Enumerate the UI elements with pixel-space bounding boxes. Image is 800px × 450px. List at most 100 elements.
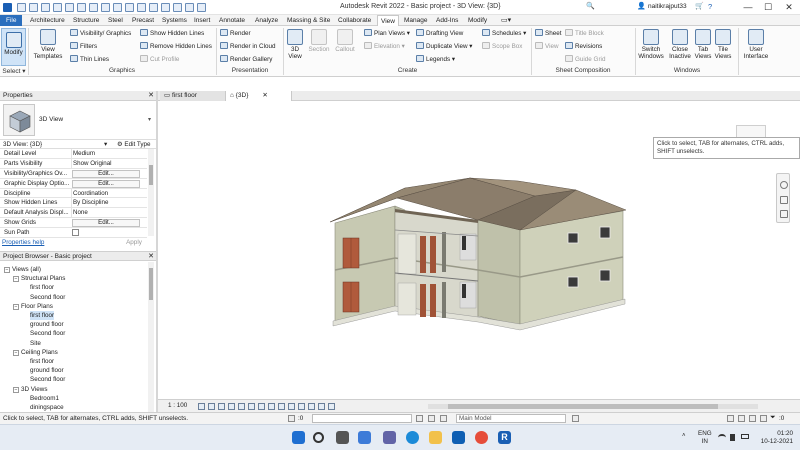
save-icon[interactable] — [41, 3, 50, 12]
language-indicator[interactable]: ENG IN — [698, 430, 712, 445]
scope-box-button[interactable]: Scope Box — [482, 42, 522, 52]
switch-windows-qat-icon[interactable] — [197, 3, 206, 12]
instance-selector[interactable]: 3D View: {3D} ▾ ⚙ Edit Type — [0, 139, 157, 149]
3d-view-qat-icon[interactable] — [149, 3, 158, 12]
tab-add-ins[interactable]: Add-Ins — [433, 15, 461, 26]
tree-item[interactable]: Site — [30, 339, 41, 348]
section-button[interactable]: Section — [307, 29, 331, 53]
callout-button[interactable]: Callout — [333, 29, 357, 53]
3d-view-button[interactable]: 3D View — [285, 29, 305, 60]
duplicate-view-button[interactable]: Duplicate View ▾ — [416, 42, 472, 52]
sheet-button[interactable]: Sheet — [535, 29, 561, 39]
properties-help-link[interactable]: Properties help — [2, 239, 44, 246]
design-option-dropdown[interactable]: Main Model — [456, 414, 566, 423]
properties-scrollbar[interactable] — [148, 149, 154, 236]
tree-item[interactable]: − Ceiling Plans — [13, 348, 58, 357]
close-icon[interactable]: ✕ — [148, 252, 154, 260]
project-browser-scrollbar[interactable] — [148, 262, 154, 412]
close-inactive-button[interactable]: Close Inactive — [667, 29, 693, 60]
user-interface-button[interactable]: User Interface — [741, 29, 771, 60]
property-value[interactable]: None — [71, 208, 146, 218]
show-hidden-lines-button[interactable]: Show Hidden Lines — [140, 29, 204, 39]
minimize-button[interactable]: — — [740, 1, 756, 13]
select-panel-label[interactable]: Select ▾ — [1, 67, 27, 76]
section-qat-icon[interactable] — [161, 3, 170, 12]
revisions-button[interactable]: Revisions — [565, 42, 602, 52]
crop-region-icon[interactable] — [258, 403, 265, 410]
collapse-toggle-icon[interactable]: − — [13, 276, 19, 283]
schedules-button[interactable]: Schedules ▾ — [482, 29, 526, 39]
property-checkbox[interactable] — [72, 229, 79, 237]
battery-icon[interactable] — [741, 434, 749, 439]
tab-analyze[interactable]: Analyze — [252, 15, 281, 26]
steering-wheel-icon[interactable] — [780, 181, 788, 189]
widgets-icon[interactable] — [358, 431, 371, 444]
zoom-icon[interactable] — [780, 196, 788, 204]
tree-item[interactable]: Second floor — [30, 329, 65, 338]
temporary-properties-icon[interactable] — [298, 403, 305, 410]
edit-type-button[interactable]: ⚙ Edit Type — [117, 141, 151, 148]
view-templates-button[interactable]: View Templates — [31, 29, 65, 60]
teams-chat-icon[interactable] — [383, 431, 396, 444]
property-value[interactable]: Medium — [71, 149, 146, 159]
tab-massing-site[interactable]: Massing & Site — [284, 15, 333, 26]
username[interactable]: naitikrajput33 — [648, 3, 687, 10]
view-tab-3d[interactable]: ⌂ {3D} ✕ — [226, 91, 292, 101]
tab-structure[interactable]: Structure — [70, 15, 102, 26]
view-tab-first-floor[interactable]: ▭ first floor — [160, 91, 226, 101]
cart-icon[interactable]: 🛒 — [695, 2, 704, 10]
select-pinned-icon[interactable] — [738, 415, 745, 422]
property-value[interactable]: Coordination — [71, 188, 146, 199]
text-icon[interactable] — [137, 3, 146, 12]
render-dialog-icon[interactable] — [238, 403, 245, 410]
collapse-toggle-icon[interactable]: − — [13, 349, 19, 356]
tree-item[interactable]: first floor — [30, 283, 54, 292]
lock-view-icon[interactable] — [268, 403, 275, 410]
ribbon-minimize-icon[interactable]: ▭▾ — [498, 15, 514, 26]
tab-modify[interactable]: Modify — [465, 15, 490, 26]
design-options-icon[interactable] — [440, 415, 447, 422]
chrome-icon[interactable] — [475, 431, 488, 444]
property-value[interactable]: Show Original — [71, 158, 146, 169]
tab-insert[interactable]: Insert — [191, 15, 213, 26]
scroll-thumb[interactable] — [149, 165, 153, 185]
undo-icon[interactable] — [65, 3, 74, 12]
tab-manage[interactable]: Manage — [401, 15, 431, 26]
maximize-button[interactable]: ☐ — [760, 1, 776, 13]
instance-label[interactable]: 3D View: {3D} — [3, 141, 42, 148]
sun-path-icon[interactable] — [218, 403, 225, 410]
tree-item[interactable]: −3D Views — [13, 385, 47, 394]
property-edit-button[interactable]: Edit... — [72, 179, 140, 188]
file-explorer-icon[interactable] — [429, 431, 442, 444]
mail-icon[interactable] — [452, 431, 465, 444]
worksharing-icon[interactable] — [308, 403, 315, 410]
remove-hidden-lines-button[interactable]: Remove Hidden Lines — [140, 42, 212, 52]
tile-views-button[interactable]: Tile Views — [713, 29, 733, 60]
visibility-graphics-button[interactable]: Visibility/ Graphics — [70, 29, 131, 39]
filter-icon[interactable]: ⏷ — [770, 414, 776, 422]
constraints-icon[interactable] — [328, 403, 335, 410]
dimension-icon[interactable] — [113, 3, 122, 12]
legends-button[interactable]: Legends ▾ — [416, 55, 455, 65]
sync-icon[interactable] — [53, 3, 62, 12]
home-icon[interactable] — [17, 3, 26, 12]
pan-icon[interactable] — [780, 210, 788, 218]
detail-level-icon[interactable] — [198, 403, 205, 410]
thin-lines-button[interactable]: Thin Lines — [70, 55, 109, 65]
tree-item[interactable]: Second floor — [30, 375, 65, 384]
switch-windows-button[interactable]: Switch Windows — [638, 29, 664, 60]
dropdown-icon[interactable]: ▾ — [104, 140, 107, 148]
search-icon[interactable]: 🔍 — [586, 2, 595, 10]
tree-item[interactable]: Second floor — [30, 293, 65, 302]
property-edit-button[interactable]: Edit... — [72, 169, 140, 178]
close-tab-icon[interactable]: ✕ — [262, 92, 267, 99]
guide-grid-button[interactable]: Guide Grid — [565, 55, 605, 65]
drag-elements-icon[interactable] — [760, 415, 767, 422]
analytical-model-icon[interactable] — [318, 403, 325, 410]
tag-icon[interactable] — [125, 3, 134, 12]
tree-item[interactable]: ground floor — [30, 320, 64, 329]
redo-icon[interactable] — [77, 3, 86, 12]
collapse-toggle-icon[interactable]: − — [13, 303, 19, 310]
render-button[interactable]: Render — [220, 29, 251, 39]
reveal-hidden-icon[interactable] — [288, 403, 295, 410]
